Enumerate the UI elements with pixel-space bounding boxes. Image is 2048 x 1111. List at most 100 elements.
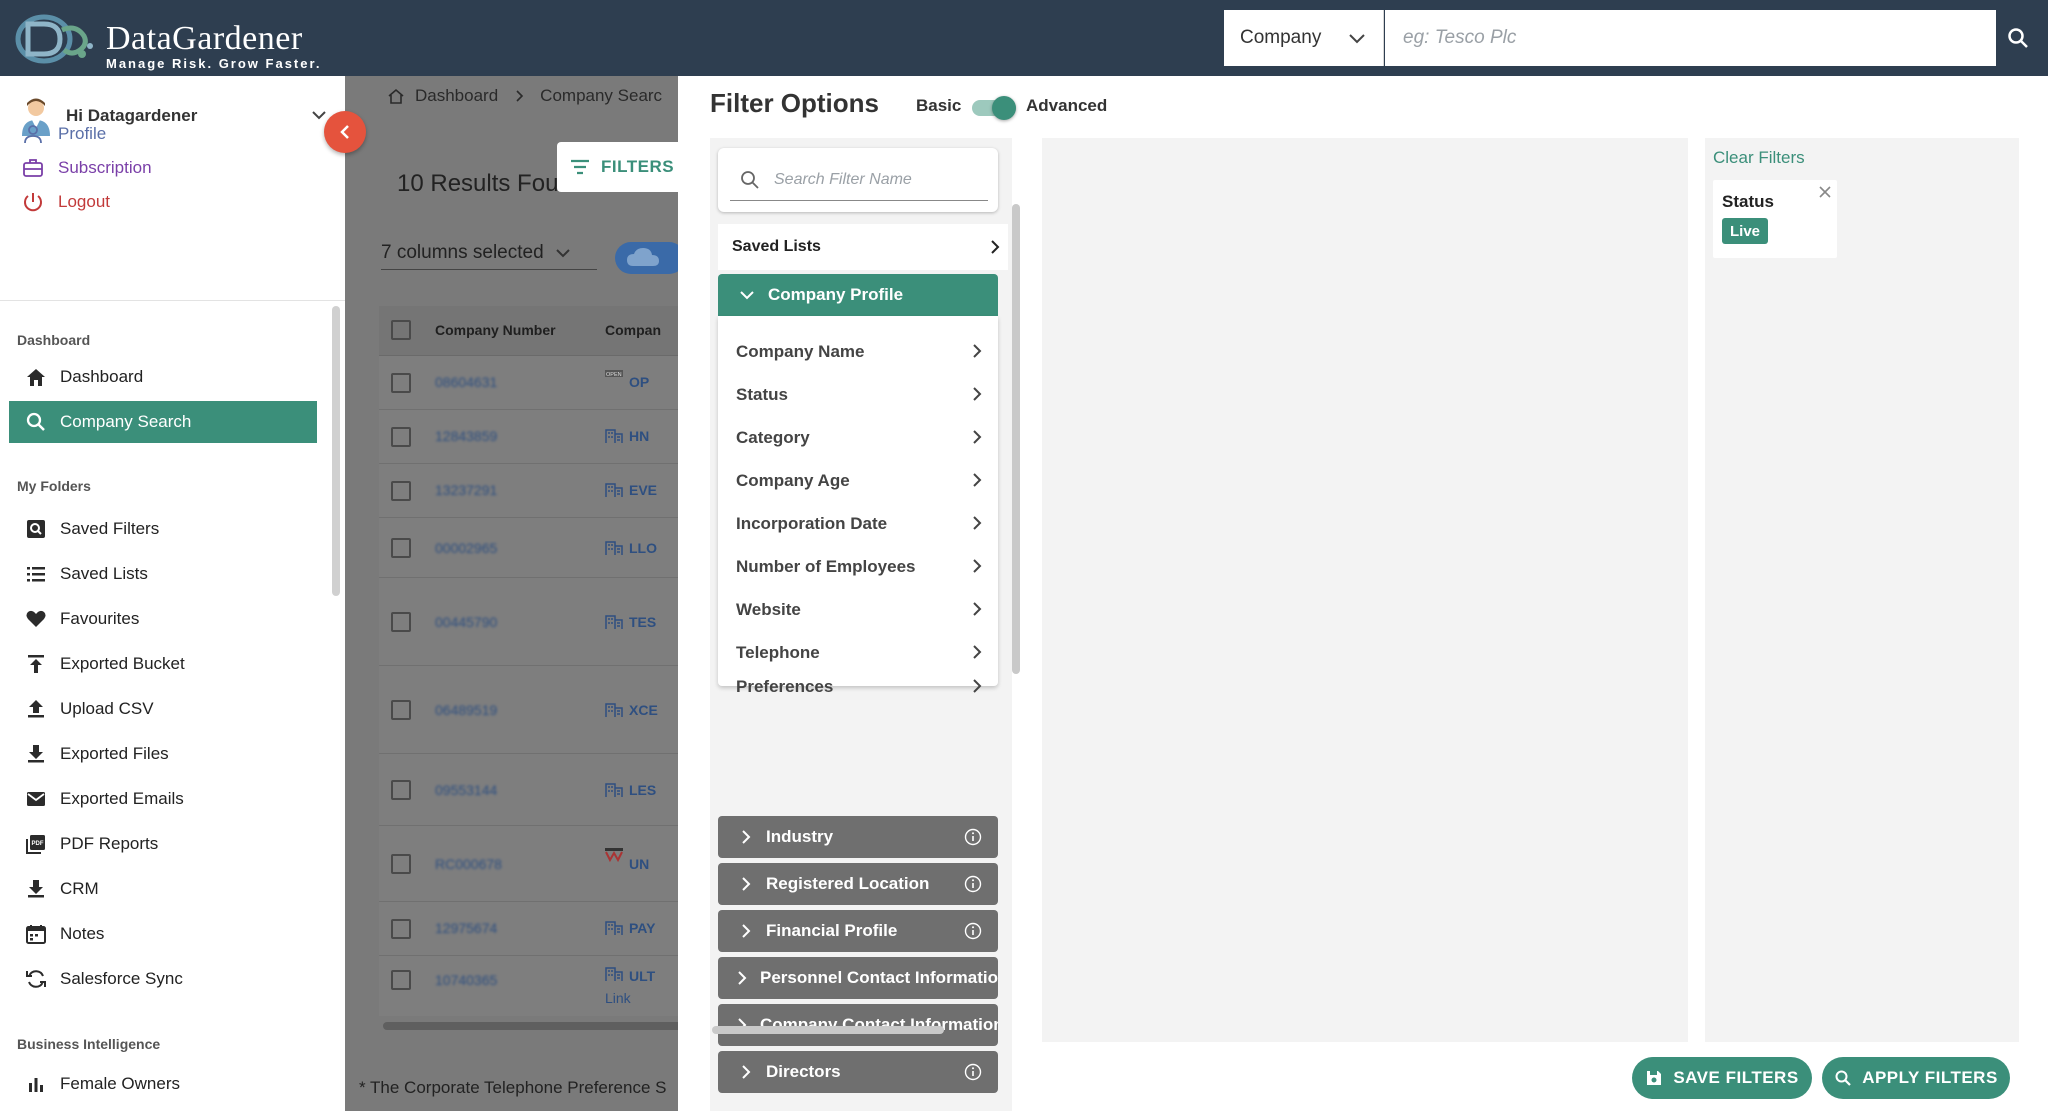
company-name[interactable]: UN xyxy=(629,856,649,872)
table-row[interactable]: RC000678 UN xyxy=(379,826,678,902)
company-name[interactable]: EVE xyxy=(629,482,657,498)
sidebar-item-exported-emails[interactable]: Exported Emails xyxy=(9,778,317,820)
sidebar-item-salesforce-sync[interactable]: Salesforce Sync xyxy=(9,958,317,1000)
advanced-mode-toggle[interactable] xyxy=(970,94,1018,120)
sidebar-item-upload-csv[interactable]: Upload CSV xyxy=(9,688,317,730)
filter-group-company-contact[interactable]: Company Contact Information xyxy=(718,1004,998,1046)
row-checkbox[interactable] xyxy=(391,700,411,720)
info-icon[interactable] xyxy=(964,922,982,940)
company-number[interactable]: 06489519 xyxy=(435,702,497,718)
search-button[interactable] xyxy=(1996,10,2040,66)
filter-list-scrollbar[interactable] xyxy=(1012,204,1020,674)
saved-lists-row[interactable]: Saved Lists xyxy=(718,224,1008,270)
save-filters-button[interactable]: SAVE FILTERS xyxy=(1632,1057,1812,1099)
row-checkbox[interactable] xyxy=(391,919,411,939)
table-row[interactable]: 12843859 HN xyxy=(379,410,678,464)
filter-group-registered-location[interactable]: Registered Location xyxy=(718,863,998,905)
breadcrumb-company-search[interactable]: Company Searc xyxy=(540,86,662,106)
sidebar-scrollbar[interactable] xyxy=(332,306,340,596)
cloud-export-button[interactable] xyxy=(615,242,678,274)
company-name[interactable]: LLO xyxy=(629,540,657,556)
company-number[interactable]: 13237291 xyxy=(435,482,497,498)
info-icon[interactable] xyxy=(964,828,982,846)
table-row[interactable]: 09553144 LES xyxy=(379,754,678,826)
filter-item-category[interactable]: Category xyxy=(718,416,998,459)
filter-list-horizontal-scrollbar[interactable] xyxy=(712,1026,944,1034)
row-checkbox[interactable] xyxy=(391,780,411,800)
company-number[interactable]: 08604631 xyxy=(435,374,497,390)
table-row[interactable]: 12975674 PAY xyxy=(379,902,678,956)
filter-item-preferences[interactable]: Preferences xyxy=(718,665,998,708)
company-profile-header[interactable]: Company Profile xyxy=(718,274,998,316)
filter-search-input[interactable] xyxy=(774,166,984,194)
info-icon[interactable] xyxy=(964,1063,982,1081)
company-number[interactable]: 00002965 xyxy=(435,540,497,556)
sidebar-item-female-owners[interactable]: Female Owners xyxy=(9,1063,317,1105)
columns-select[interactable]: 7 columns selected xyxy=(381,236,597,270)
filters-button[interactable]: FILTERS xyxy=(557,142,678,192)
filter-group-directors[interactable]: Directors xyxy=(718,1051,998,1093)
company-number[interactable]: RC000678 xyxy=(435,856,502,872)
row-checkbox[interactable] xyxy=(391,970,411,990)
sidebar-item-notes[interactable]: Notes xyxy=(9,913,317,955)
sidebar-item-favourites[interactable]: Favourites xyxy=(9,598,317,640)
row-checkbox[interactable] xyxy=(391,427,411,447)
close-icon[interactable] xyxy=(1817,184,1833,200)
mode-basic-label[interactable]: Basic xyxy=(916,96,961,116)
row-checkbox[interactable] xyxy=(391,481,411,501)
table-row[interactable]: 00002965 LLO xyxy=(379,518,678,578)
sidebar-item-pdf-reports[interactable]: PDF PDF Reports xyxy=(9,823,317,865)
sidebar-item-saved-filters[interactable]: Saved Filters xyxy=(9,508,317,550)
company-name[interactable]: TES xyxy=(629,614,656,630)
company-name[interactable]: LES xyxy=(629,782,656,798)
filter-group-industry[interactable]: Industry xyxy=(718,816,998,858)
table-row[interactable]: 10740365 ULT Link xyxy=(379,956,678,1016)
subscription-link[interactable]: Subscription xyxy=(22,153,152,183)
column-header-company-number[interactable]: Company Number xyxy=(435,322,556,338)
mode-advanced-label[interactable]: Advanced xyxy=(1026,96,1107,116)
sidebar-item-dashboard[interactable]: Dashboard xyxy=(9,356,317,398)
company-name[interactable]: XCE xyxy=(629,702,658,718)
sidebar-item-exported-files[interactable]: Exported Files xyxy=(9,733,317,775)
table-row[interactable]: 00445790 TES xyxy=(379,578,678,666)
company-number[interactable]: 09553144 xyxy=(435,782,497,798)
select-all-checkbox[interactable] xyxy=(391,320,411,340)
row-checkbox[interactable] xyxy=(391,373,411,393)
sidebar-item-exported-bucket[interactable]: Exported Bucket xyxy=(9,643,317,685)
filter-group-personnel-contact[interactable]: Personnel Contact Informatio xyxy=(718,957,998,999)
company-name[interactable]: OP xyxy=(629,374,649,390)
company-number[interactable]: 10740365 xyxy=(435,972,497,988)
filter-item-status[interactable]: Status xyxy=(718,373,998,416)
filter-item-company-age[interactable]: Company Age xyxy=(718,459,998,502)
company-number[interactable]: 00445790 xyxy=(435,614,497,630)
logo[interactable]: DataGardener Manage Risk. Grow Faster. xyxy=(14,8,319,71)
collapse-sidebar-button[interactable] xyxy=(324,111,366,153)
company-link[interactable]: Link xyxy=(605,990,631,1006)
sidebar-item-company-search[interactable]: Company Search xyxy=(9,401,317,443)
filter-item-website[interactable]: Website xyxy=(718,588,998,631)
profile-link[interactable]: Profile xyxy=(22,119,106,149)
search-type-select[interactable]: Company xyxy=(1224,10,1384,66)
sidebar-item-crm[interactable]: CRM xyxy=(9,868,317,910)
logout-link[interactable]: Logout xyxy=(22,187,110,217)
table-row[interactable]: 08604631 OPEN OP xyxy=(379,356,678,410)
company-name[interactable]: HN xyxy=(629,428,649,444)
filter-item-company-name[interactable]: Company Name xyxy=(718,330,998,373)
filter-group-financial-profile[interactable]: Financial Profile xyxy=(718,910,998,952)
column-header-company[interactable]: Compan xyxy=(605,322,661,338)
filter-item-incorporation-date[interactable]: Incorporation Date xyxy=(718,502,998,545)
company-name[interactable]: PAY xyxy=(629,920,655,936)
breadcrumb-dashboard[interactable]: Dashboard xyxy=(415,86,498,106)
sidebar-item-saved-lists[interactable]: Saved Lists xyxy=(9,553,317,595)
clear-filters-link[interactable]: Clear Filters xyxy=(1713,148,1805,168)
company-number[interactable]: 12843859 xyxy=(435,428,497,444)
company-number[interactable]: 12975674 xyxy=(435,920,497,936)
apply-filters-button[interactable]: APPLY FILTERS xyxy=(1822,1057,2010,1099)
info-icon[interactable] xyxy=(964,875,982,893)
filter-item-number-of-employees[interactable]: Number of Employees xyxy=(718,545,998,588)
company-search-input[interactable] xyxy=(1385,10,1996,66)
row-checkbox[interactable] xyxy=(391,612,411,632)
table-row[interactable]: 06489519 XCE xyxy=(379,666,678,754)
row-checkbox[interactable] xyxy=(391,854,411,874)
company-name[interactable]: ULT xyxy=(629,968,655,984)
